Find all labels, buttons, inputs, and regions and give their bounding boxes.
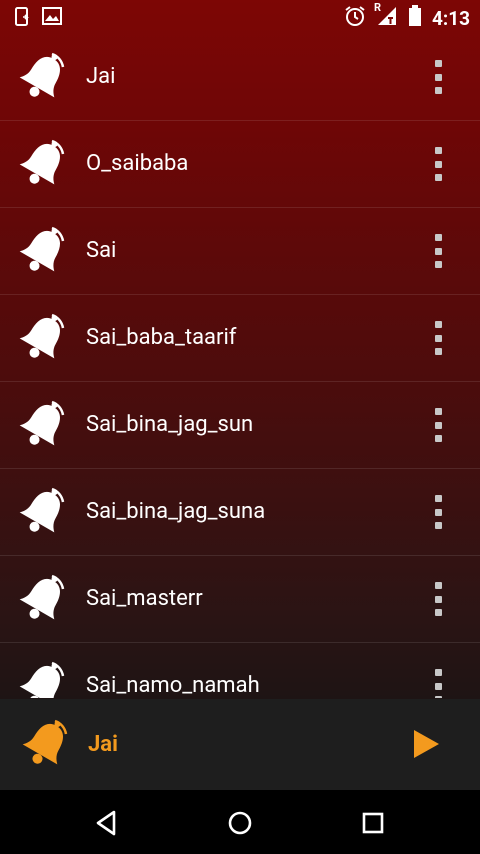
more-options-icon[interactable] bbox=[432, 321, 444, 355]
navigation-bar bbox=[0, 790, 480, 854]
song-list-item[interactable]: Sai_masterr bbox=[0, 556, 480, 643]
song-title: Sai_masterr bbox=[86, 586, 203, 611]
more-options-icon[interactable] bbox=[432, 60, 444, 94]
song-list-item[interactable]: Sai bbox=[0, 208, 480, 295]
status-bar: R 4:13 bbox=[0, 0, 480, 34]
more-options-icon[interactable] bbox=[432, 669, 444, 698]
song-list-item[interactable]: Sai_baba_taarif bbox=[0, 295, 480, 382]
bell-icon bbox=[19, 400, 65, 446]
battery-icon bbox=[408, 5, 422, 32]
bell-icon bbox=[19, 226, 65, 272]
bell-icon bbox=[19, 313, 65, 359]
recents-icon[interactable] bbox=[358, 808, 388, 838]
back-icon[interactable] bbox=[92, 808, 122, 838]
bell-icon bbox=[19, 574, 65, 620]
alarm-icon bbox=[344, 5, 366, 32]
song-title: Sai_baba_taarif bbox=[86, 325, 237, 350]
song-title: Sai bbox=[86, 238, 117, 263]
song-list-item[interactable]: O_saibaba bbox=[0, 121, 480, 208]
song-list[interactable]: Jai O_saibaba Sai Sai_baba_taarif Sai_bi… bbox=[0, 34, 480, 698]
bell-icon bbox=[19, 139, 65, 185]
song-list-item[interactable]: Sai_bina_jag_suna bbox=[0, 469, 480, 556]
now-playing-bar[interactable]: Jai bbox=[0, 699, 480, 790]
now-playing-title: Jai bbox=[88, 732, 118, 757]
song-list-item[interactable]: Sai_bina_jag_sun bbox=[0, 382, 480, 469]
clock: 4:13 bbox=[431, 7, 470, 30]
song-title: O_saibaba bbox=[86, 151, 189, 176]
signal-roaming-icon: R bbox=[374, 1, 398, 32]
more-options-icon[interactable] bbox=[432, 408, 444, 442]
song-title: Sai_namo_namah bbox=[86, 673, 260, 698]
song-title: Jai bbox=[86, 64, 116, 89]
music-player-screen: R 4:13 Jai O_saibaba Sai Sai_baba_taarif bbox=[0, 0, 480, 854]
phone-sync-icon bbox=[14, 7, 32, 32]
bell-icon bbox=[19, 661, 65, 698]
play-icon[interactable] bbox=[412, 729, 440, 759]
song-title: Sai_bina_jag_suna bbox=[86, 499, 266, 524]
song-title: Sai_bina_jag_sun bbox=[86, 412, 254, 437]
image-icon bbox=[42, 7, 62, 32]
more-options-icon[interactable] bbox=[432, 582, 444, 616]
roaming-label: R bbox=[373, 1, 381, 14]
bell-icon bbox=[22, 719, 68, 765]
song-list-item[interactable]: Jai bbox=[0, 34, 480, 121]
home-icon[interactable] bbox=[225, 808, 255, 838]
bell-icon bbox=[19, 487, 65, 533]
song-list-item[interactable]: Sai_namo_namah bbox=[0, 643, 480, 698]
more-options-icon[interactable] bbox=[432, 495, 444, 529]
more-options-icon[interactable] bbox=[432, 147, 444, 181]
bell-icon bbox=[19, 52, 65, 98]
more-options-icon[interactable] bbox=[432, 234, 444, 268]
